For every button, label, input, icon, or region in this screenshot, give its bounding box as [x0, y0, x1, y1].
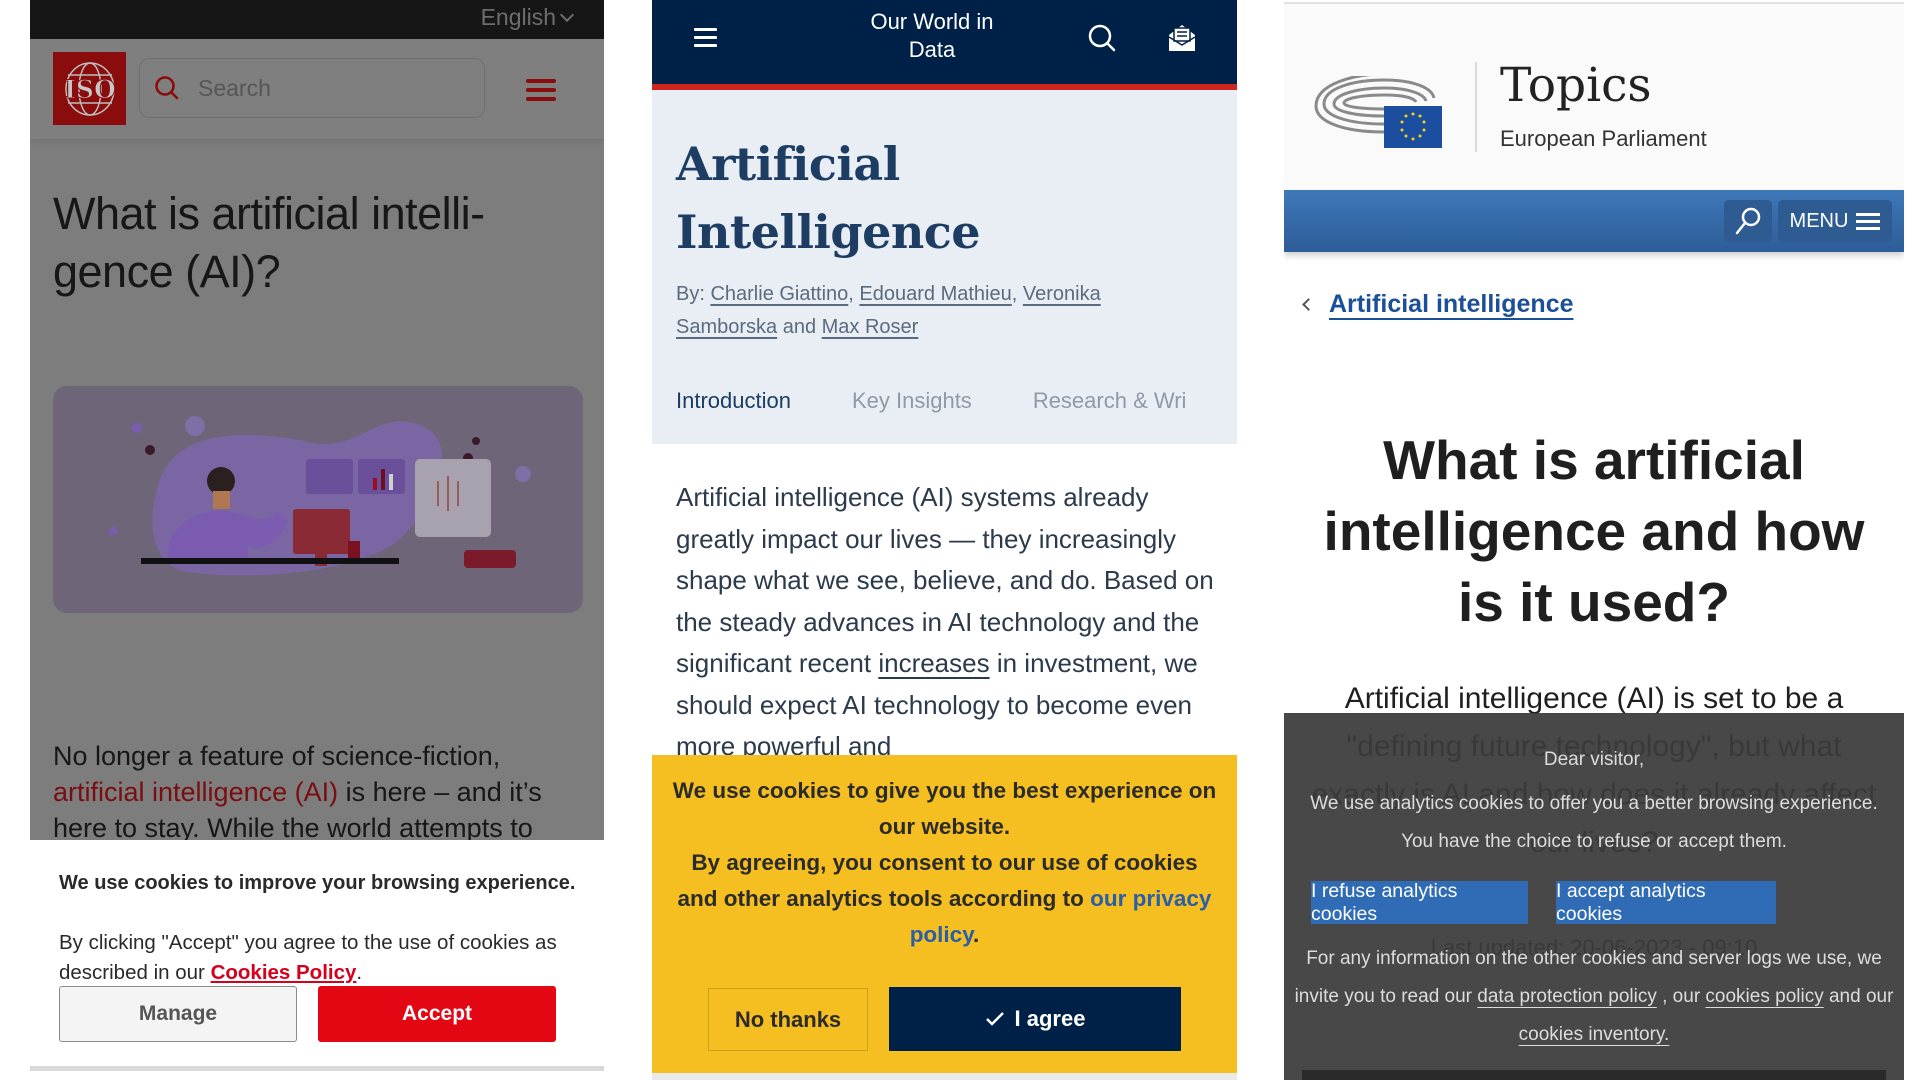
checkmark-icon	[985, 1012, 1004, 1026]
author-link[interactable]: Edouard Mathieu	[859, 283, 1011, 305]
divider	[1475, 62, 1477, 152]
european-parliament-logo-icon[interactable]	[1314, 76, 1444, 150]
language-selector[interactable]: English	[480, 4, 575, 31]
agree-button[interactable]: I agree	[889, 987, 1181, 1051]
divider	[30, 1066, 604, 1071]
chevron-left-icon[interactable]	[1302, 298, 1315, 311]
menu-label: MENU	[1789, 209, 1849, 232]
breadcrumb: Artificial intelligence	[1302, 290, 1574, 319]
increases-link[interactable]: increases	[878, 648, 989, 678]
menu-button[interactable]: MENU	[1778, 200, 1892, 242]
cookie-line-end: .	[973, 922, 980, 947]
cookies-policy-link[interactable]: cookies policy	[1705, 986, 1823, 1007]
iso-header: ISO Search	[30, 39, 604, 139]
hamburger-menu-icon[interactable]	[526, 79, 556, 106]
cookie-line-1: We use analytics cookies to offer you a …	[1310, 793, 1878, 814]
intro-paragraph: No longer a feature of science-fiction, …	[53, 738, 593, 846]
byline: By: Charlie Giattino, Edouard Mathieu, V…	[676, 278, 1196, 344]
divider	[652, 1073, 1237, 1080]
cookies-inventory-link[interactable]: cookies inventory.	[1519, 1024, 1670, 1045]
ep-navbar: MENU	[1284, 190, 1904, 252]
no-thanks-button[interactable]: No thanks	[708, 988, 868, 1051]
title-line-1: Artificial	[676, 137, 900, 191]
intro-text: No longer a feature of science-fiction,	[53, 741, 501, 771]
ai-link[interactable]: artificial intelligence (AI)	[53, 777, 338, 807]
tab-key-insights[interactable]: Key Insights	[852, 388, 972, 414]
iso-logo[interactable]: ISO	[53, 52, 126, 125]
cookie-message: We use cookies to give you the best expe…	[652, 773, 1237, 953]
cookie-greeting: Dear visitor,	[1543, 749, 1645, 770]
refuse-analytics-button[interactable]: I refuse analytics cookies	[1311, 880, 1528, 925]
byline-label: By:	[676, 283, 711, 305]
manage-button[interactable]: Manage	[59, 986, 297, 1042]
tab-introduction[interactable]: Introduction	[676, 388, 791, 414]
cookie-buttons: I refuse analytics cookies I accept anal…	[1311, 880, 1776, 925]
section-tabs: Introduction Key Insights Research & Wri	[676, 388, 1186, 414]
owid-navbar: Our World in Data	[652, 0, 1237, 90]
owid-logo[interactable]: Our World in Data	[852, 8, 1012, 64]
search-icon	[155, 76, 179, 100]
page-title: What is artificial intelli-gence (AI)?	[53, 188, 485, 297]
cookie-text: By clicking "Accept" you agree to the us…	[59, 928, 589, 988]
cookie-info-text: and our	[1823, 986, 1894, 1007]
hamburger-menu-icon	[1856, 209, 1881, 234]
search-icon[interactable]	[1087, 23, 1117, 53]
ep-panel: Topics European Parliament MENU Artifici…	[1284, 0, 1904, 1080]
data-protection-policy-link[interactable]: data protection policy	[1477, 986, 1657, 1007]
title-line-2: Intelligence	[676, 205, 981, 259]
iso-top-bar: English	[30, 0, 604, 39]
cookie-info-text: , our	[1656, 986, 1706, 1007]
byline-and: and	[777, 316, 822, 338]
intro-paragraph: Artificial intelligence (AI) systems alr…	[676, 477, 1221, 768]
search-placeholder: Search	[198, 74, 271, 101]
byline-separator: ,	[848, 283, 860, 305]
agree-label: I agree	[1014, 1006, 1086, 1031]
search-icon	[1735, 207, 1761, 235]
cookie-banner: We use cookies to improve your browsing …	[30, 840, 604, 1080]
accept-analytics-button[interactable]: I accept analytics cookies	[1556, 880, 1776, 925]
cookie-dialog: Dear visitor, We use analytics cookies t…	[1284, 713, 1904, 1080]
language-label: English	[480, 4, 556, 30]
svg-text:ISO: ISO	[64, 75, 116, 104]
breadcrumb-link[interactable]: Artificial intelligence	[1329, 290, 1574, 319]
cookie-text-end: .	[356, 961, 363, 984]
owid-panel: Our World in Data Artificial Intelligence…	[652, 0, 1237, 1080]
cookie-line-1: We use cookies to give you the best expe…	[672, 778, 1217, 839]
iso-panel: English ISO Search What is artificial in…	[30, 0, 604, 1080]
newsletter-envelope-icon[interactable]	[1167, 22, 1197, 54]
search-button[interactable]	[1724, 200, 1772, 242]
chevron-down-icon	[559, 7, 575, 22]
ai-illustration	[53, 386, 583, 613]
cookies-policy-link[interactable]: Cookies Policy	[211, 961, 357, 984]
article-title: What is artificial intelligence and how …	[1323, 429, 1865, 633]
cookie-heading: We use cookies to improve your browsing …	[59, 872, 576, 894]
article-title: Artificial Intelligence	[676, 130, 981, 266]
site-title: Topics	[1500, 58, 1652, 113]
site-subtitle: European Parliament	[1500, 126, 1707, 151]
article-header: Artificial Intelligence By: Charlie Giatt…	[652, 90, 1237, 444]
accept-button[interactable]: Accept	[318, 986, 556, 1042]
cookie-line-2: You have the choice to refuse or accept …	[1401, 831, 1787, 852]
cookie-message: We use analytics cookies to offer you a …	[1284, 785, 1904, 861]
cookie-banner: We use cookies to give you the best expe…	[652, 755, 1237, 1080]
author-link[interactable]: Max Roser	[822, 316, 919, 338]
cookie-footer-strip	[1302, 1070, 1886, 1080]
ep-header: Topics European Parliament	[1284, 4, 1904, 190]
byline-separator: ,	[1011, 283, 1023, 305]
cookie-info: For any information on the other cookies…	[1292, 940, 1896, 1054]
search-input[interactable]: Search	[139, 58, 485, 118]
tab-research-writing[interactable]: Research & Wri	[1033, 388, 1187, 414]
hamburger-menu-icon[interactable]	[694, 28, 717, 52]
iso-globe-logo-icon: ISO	[63, 61, 116, 116]
author-link[interactable]: Charlie Giattino	[710, 283, 848, 305]
